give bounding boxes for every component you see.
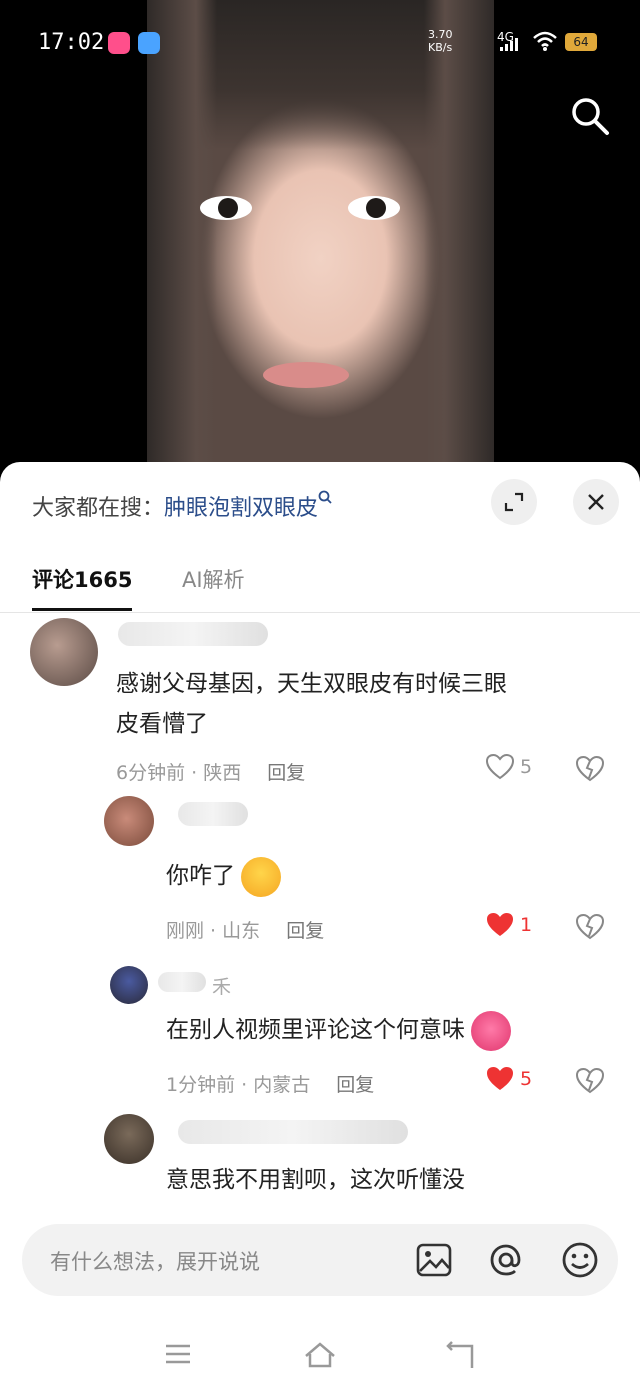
menu-icon[interactable] — [158, 1336, 198, 1372]
username-blurred[interactable] — [178, 1120, 408, 1144]
kiss-emoji-icon — [471, 1010, 511, 1051]
username-blurred[interactable] — [158, 972, 206, 992]
avatar[interactable] — [110, 966, 148, 1004]
avatar[interactable] — [30, 618, 98, 686]
system-navigation-bar — [0, 1332, 640, 1389]
back-icon[interactable] — [440, 1336, 480, 1372]
video-frame-hair-right — [424, 0, 494, 470]
close-button[interactable] — [573, 479, 619, 525]
reply-button[interactable]: 回复 — [267, 762, 305, 784]
comment-text: 意思我不用割呗，这次听懂没 — [166, 1167, 465, 1193]
tab-ai-analysis[interactable]: AI解析 — [182, 564, 245, 594]
comment-meta: 6分钟前 · 陕西 回复 — [116, 762, 306, 784]
trending-search[interactable]: 大家都在搜：肿眼泡割双眼皮 — [32, 490, 334, 522]
avatar[interactable] — [104, 796, 154, 846]
close-icon — [588, 494, 604, 510]
comment-input-placeholder[interactable]: 有什么想法，展开说说 — [50, 1246, 260, 1276]
dislike-icon[interactable] — [576, 914, 604, 940]
at-icon — [490, 1244, 521, 1276]
comment-input-bar[interactable]: 有什么想法，展开说说 — [22, 1224, 618, 1296]
comment-text: 感谢父母基因，天生双眼皮有时候三眼 皮看懵了 — [116, 671, 507, 737]
heart-filled-icon — [487, 1067, 513, 1090]
dislike-icon[interactable] — [576, 1068, 604, 1094]
home-icon[interactable] — [300, 1336, 340, 1372]
username-blurred[interactable] — [178, 802, 248, 826]
battery-indicator: 64 — [565, 33, 597, 51]
heart-outline-icon — [486, 754, 514, 780]
comment-meta: 1分钟前 · 内蒙古 回复 — [166, 1074, 375, 1096]
search-icon[interactable] — [568, 94, 612, 138]
network-speed: 3.70 KB/s — [428, 28, 453, 54]
heart-filled-icon — [487, 913, 513, 936]
avatar[interactable] — [104, 1114, 154, 1164]
reply-button[interactable]: 回复 — [336, 1074, 374, 1096]
like-button[interactable]: 5 — [486, 1066, 532, 1092]
expand-icon — [504, 492, 524, 512]
emoji-button[interactable] — [558, 1238, 602, 1282]
video-frame-eye-left — [200, 196, 252, 220]
status-time: 17:02 — [38, 30, 105, 55]
video-frame-eye-right — [348, 196, 400, 220]
image-icon — [416, 1243, 452, 1277]
dislike-icon[interactable] — [576, 756, 604, 782]
video-frame-hair-left — [147, 0, 217, 470]
tab-comments[interactable]: 评论1665 — [32, 564, 133, 611]
username-blurred[interactable] — [118, 622, 268, 646]
username-partial[interactable]: 禾 — [212, 972, 231, 999]
expand-button[interactable] — [491, 479, 537, 525]
signal-icon — [500, 38, 518, 51]
comment-meta: 刚刚 · 山东 回复 — [166, 920, 325, 942]
emoji-icon — [562, 1242, 598, 1278]
app-notification-icon — [108, 32, 130, 54]
mention-button[interactable] — [484, 1238, 528, 1282]
comment-text: 在别人视频里评论这个何意味 — [166, 1010, 511, 1051]
sweat-smile-emoji-icon — [241, 856, 281, 897]
comment-tabs: 评论1665 AI解析 — [0, 558, 640, 613]
comment-text: 你咋了 — [166, 856, 281, 897]
comments-panel: 大家都在搜：肿眼泡割双眼皮 评论1665 AI解析 感谢父母基因，天生双眼皮有时… — [0, 462, 640, 1389]
search-small-icon — [318, 490, 332, 504]
trending-query-link[interactable]: 肿眼泡割双眼皮 — [164, 496, 318, 521]
app-notification-icon-2 — [138, 32, 160, 54]
wifi-icon — [533, 31, 557, 51]
reply-button[interactable]: 回复 — [286, 920, 324, 942]
like-button[interactable]: 5 — [486, 754, 532, 780]
video-player[interactable] — [0, 0, 640, 470]
image-button[interactable] — [412, 1238, 456, 1282]
video-frame-mouth — [263, 362, 349, 388]
like-button[interactable]: 1 — [486, 912, 532, 938]
